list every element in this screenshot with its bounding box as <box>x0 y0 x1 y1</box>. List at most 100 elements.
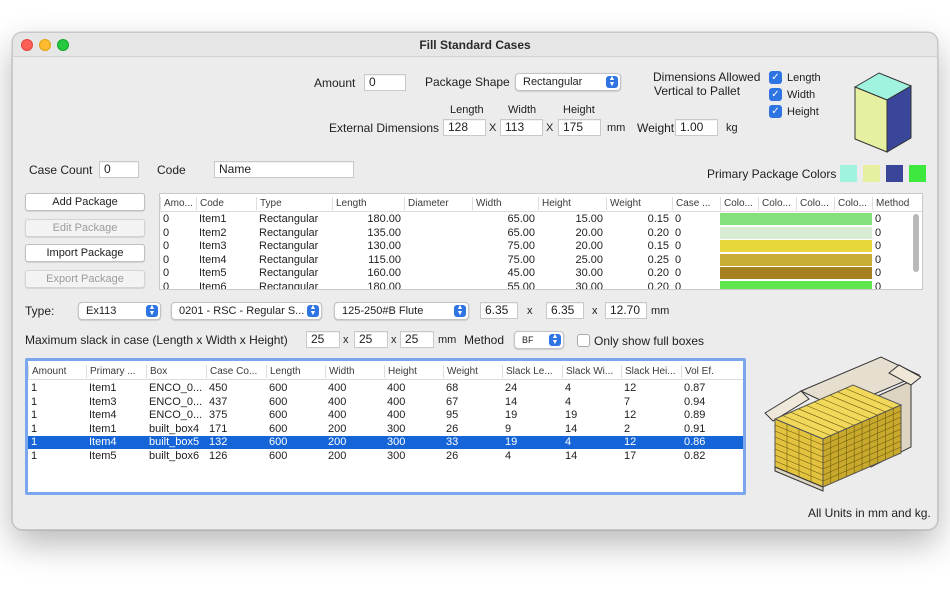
flute-popup[interactable]: 125-250#B Flute ▲ ▼ <box>334 302 469 320</box>
results-column-header[interactable]: Height <box>384 365 443 378</box>
packages-scrollbar[interactable] <box>913 214 919 272</box>
weight-field[interactable]: 1.00 <box>675 119 718 136</box>
results-column-header[interactable]: Length <box>266 365 325 378</box>
results-table[interactable]: Amount Primary ... Box Case Co... Length Widt… <box>25 358 746 495</box>
packages-column-header[interactable]: Length <box>332 197 404 210</box>
results-column-header[interactable]: Slack Wi... <box>562 365 621 378</box>
packages-cell-method: 0 <box>875 226 882 239</box>
packages-table-row[interactable]: 0 Item4 Rectangular 115.00 75.00 25.00 0.25 0 0 <box>160 253 922 267</box>
results-column-header[interactable]: Slack Le... <box>502 365 562 378</box>
package-3d-icon <box>853 72 913 153</box>
slack-length-field[interactable]: 25 <box>306 331 340 348</box>
packages-column-header[interactable]: Colo... <box>758 197 796 210</box>
divider <box>28 379 743 380</box>
results-column-header[interactable]: Primary ... <box>86 365 146 378</box>
packages-table[interactable]: Amo... Code Type Length Diameter Width Height W… <box>159 193 923 290</box>
results-column-header[interactable]: Slack Hei... <box>621 365 681 378</box>
packages-cell-diameter <box>404 254 472 267</box>
packages-cell-case: 0 <box>675 226 682 239</box>
results-column-header[interactable]: Weight <box>443 365 502 378</box>
wall-thickness-1-field[interactable]: 6.35 <box>480 302 518 319</box>
primary-color-swatch-3[interactable] <box>886 165 903 182</box>
packages-column-header[interactable]: Colo... <box>796 197 834 210</box>
results-column-header[interactable]: Vol Ef. <box>681 365 741 378</box>
results-column-header[interactable]: Box <box>146 365 206 378</box>
case-count-field[interactable]: 0 <box>99 161 139 178</box>
amount-field[interactable]: 0 <box>364 74 406 91</box>
weight-label: Weight <box>637 121 675 135</box>
packages-cell-amount: 0 <box>163 267 170 280</box>
packages-cell-case: 0 <box>675 281 682 290</box>
packages-column-header[interactable]: Height <box>538 197 606 210</box>
primary-color-swatch-1[interactable] <box>840 165 857 182</box>
method-popup[interactable]: BF ▲ ▼ <box>514 331 564 349</box>
edit-package-button[interactable]: Edit Package <box>25 219 145 237</box>
primary-color-swatch-2[interactable] <box>863 165 880 182</box>
fill-standard-cases-window: Fill Standard Cases Amount 0 Package Sha… <box>12 32 938 530</box>
slack-height-field[interactable]: 25 <box>400 331 434 348</box>
packages-column-header[interactable]: Type <box>256 197 332 210</box>
package-shape-value: Rectangular <box>523 76 583 88</box>
add-package-button[interactable]: Add Package <box>25 193 145 211</box>
results-table-row[interactable]: 1 Item1 built_box4 171 600 200 300 26 9 14 2 0.91 <box>28 423 743 436</box>
packages-table-row[interactable]: 0 Item2 Rectangular 135.00 65.00 20.00 0.20 0 0 <box>160 226 922 240</box>
external-width-field[interactable]: 113 <box>500 119 543 136</box>
packages-column-header[interactable]: Case ... <box>672 197 720 210</box>
packages-cell-code: Item4 <box>199 253 227 266</box>
packages-cell-code: Item6 <box>199 281 227 290</box>
packages-table-row[interactable]: 0 Item5 Rectangular 160.00 45.00 30.00 0.20 0 0 <box>160 267 922 280</box>
results-table-row[interactable]: 1 Item5 built_box6 126 600 200 300 26 4 14 17 0.82 <box>28 450 743 463</box>
external-length-field[interactable]: 128 <box>443 119 486 136</box>
packages-cell-type: Rectangular <box>259 240 319 253</box>
packages-column-header[interactable]: Colo... <box>834 197 872 210</box>
results-table-row[interactable]: 1 Item1 ENCO_0... 450 600 400 400 68 24 4 12 0.87 <box>28 382 743 395</box>
method-value: BF <box>522 335 534 345</box>
results-column-header[interactable]: Case Co... <box>206 365 266 378</box>
packages-table-row[interactable]: 0 Item1 Rectangular 180.00 65.00 15.00 0.15 0 0 <box>160 213 922 226</box>
packages-cell-code: Item3 <box>199 240 227 253</box>
external-height-field[interactable]: 175 <box>558 119 601 136</box>
results-table-row[interactable]: 1 Item4 ENCO_0... 375 600 400 400 95 19 19 12 0.89 <box>28 409 743 422</box>
results-cell-amount: 1 <box>31 422 38 435</box>
packages-column-header[interactable]: Width <box>472 197 538 210</box>
wall-thickness-3-field[interactable]: 12.70 <box>605 302 647 319</box>
packages-cell-code: Item2 <box>199 226 227 239</box>
results-cell-height: 400 <box>387 382 406 394</box>
length-vertical-checkbox[interactable]: ✓ <box>769 71 782 84</box>
results-column-header[interactable]: Amount <box>28 365 86 378</box>
wall-thickness-2-field[interactable]: 6.35 <box>546 302 584 319</box>
box-style-popup[interactable]: 0201 - RSC - Regular S... ▲ ▼ <box>171 302 322 320</box>
import-package-button[interactable]: Import Package <box>25 244 145 262</box>
slack-width-field[interactable]: 25 <box>354 331 388 348</box>
packages-table-row[interactable]: 0 Item3 Rectangular 130.00 75.00 20.00 0.15 0 0 <box>160 240 922 253</box>
only-full-boxes-checkbox[interactable] <box>577 334 590 347</box>
updown-chevron-icon: ▲ ▼ <box>454 304 466 317</box>
results-cell-slack_h: 12 <box>624 436 637 449</box>
length-col-label: Length <box>450 104 484 116</box>
results-column-header[interactable]: Width <box>325 365 384 378</box>
results-table-row[interactable]: 1 Item4 built_box5 132 600 200 300 33 19 4 12 0.86 <box>28 436 743 450</box>
results-cell-primary: Item3 <box>89 395 117 408</box>
packages-table-row[interactable]: 0 Item6 Rectangular 180.00 55.00 30.00 0.20 0 0 <box>160 281 922 290</box>
packages-column-header[interactable]: Colo... <box>720 197 758 210</box>
packages-column-header[interactable]: Method <box>872 197 914 210</box>
package-shape-popup[interactable]: Rectangular ▲ ▼ <box>515 73 621 91</box>
packages-column-header[interactable]: Diameter <box>404 197 472 210</box>
export-package-button[interactable]: Export Package <box>25 270 145 288</box>
dim-separator: X <box>546 122 554 134</box>
width-vertical-checkbox[interactable]: ✓ <box>769 88 782 101</box>
primary-color-swatch-4[interactable] <box>909 165 926 182</box>
updown-chevron-icon: ▲ ▼ <box>146 304 158 317</box>
packages-column-header[interactable]: Weight <box>606 197 672 210</box>
code-field[interactable]: Name <box>214 161 354 178</box>
packages-column-header[interactable]: Amo... <box>160 197 196 210</box>
package-shape-label: Package Shape <box>425 75 510 89</box>
packages-column-header[interactable]: Code <box>196 197 256 210</box>
results-cell-height: 400 <box>387 409 406 422</box>
results-table-row[interactable]: 1 Item3 ENCO_0... 437 600 400 400 67 14 4 7 0.94 <box>28 396 743 409</box>
case-type-popup[interactable]: Ex113 ▲ ▼ <box>78 302 161 320</box>
packages-cell-weight: 0.20 <box>647 267 669 280</box>
results-cell-amount: 1 <box>31 409 38 422</box>
results-cell-width: 400 <box>328 382 347 394</box>
height-vertical-checkbox[interactable]: ✓ <box>769 105 782 118</box>
